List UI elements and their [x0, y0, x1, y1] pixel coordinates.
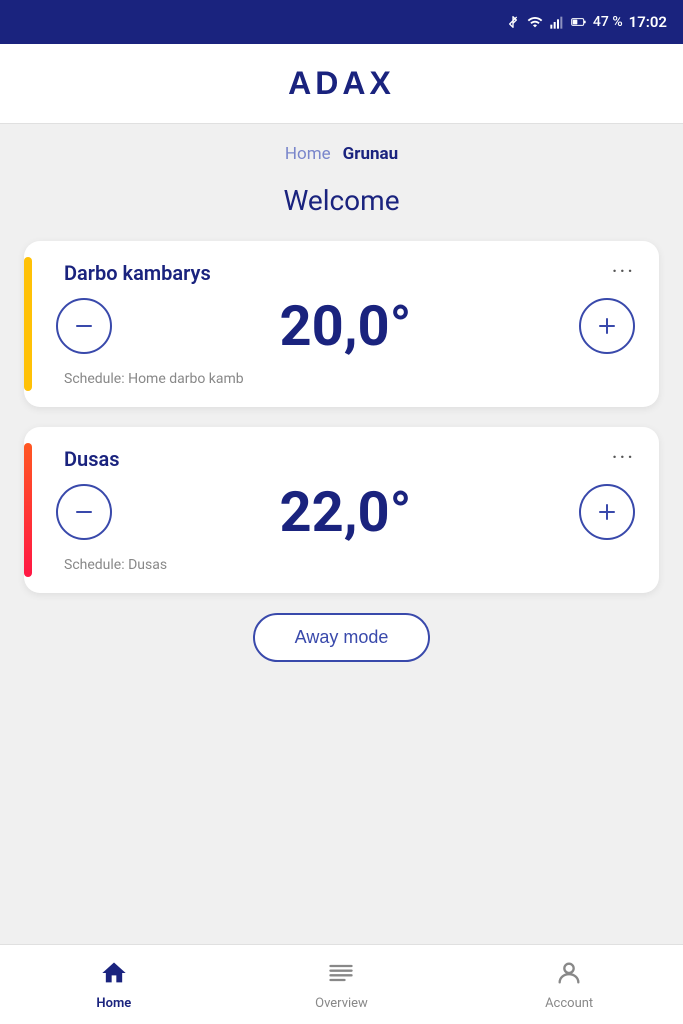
- overview-icon: [327, 959, 355, 992]
- device-card-dusas: Dusas ··· 22,0° Schedule: Dusas: [24, 427, 659, 593]
- device-card-darbo: Darbo kambarys ··· 20,0° Schedule: Home …: [24, 241, 659, 407]
- schedule-darbo: Schedule: Home darbo kamb: [48, 371, 635, 387]
- minus-icon-darbo: [72, 314, 96, 338]
- away-mode-button[interactable]: Away mode: [253, 613, 431, 662]
- app-header: ADAX: [0, 44, 683, 124]
- breadcrumb-home[interactable]: Home: [285, 144, 331, 164]
- device-controls-darbo: 20,0°: [48, 293, 635, 359]
- wifi-icon: [527, 14, 543, 30]
- home-svg: [100, 959, 128, 987]
- signal-icon: [549, 14, 565, 30]
- device-menu-dusas[interactable]: ···: [612, 448, 635, 470]
- nav-item-account[interactable]: Account: [529, 959, 609, 1011]
- nav-item-overview[interactable]: Overview: [301, 959, 381, 1011]
- temperature-dusas: 22,0°: [280, 479, 412, 545]
- schedule-dusas: Schedule: Dusas: [48, 557, 635, 573]
- breadcrumb: Home Grunau: [24, 144, 659, 164]
- home-icon: [100, 959, 128, 992]
- account-icon: [555, 959, 583, 992]
- nav-label-account: Account: [545, 996, 593, 1011]
- plus-icon-darbo: [595, 314, 619, 338]
- nav-label-overview: Overview: [315, 996, 368, 1011]
- main-content: Home Grunau Welcome Darbo kambarys ··· 2…: [0, 124, 683, 944]
- increase-temp-darbo[interactable]: [579, 298, 635, 354]
- overview-svg: [327, 959, 355, 987]
- device-header-dusas: Dusas ···: [48, 447, 635, 471]
- card-indicator-dusas: [24, 443, 32, 577]
- device-header-darbo: Darbo kambarys ···: [48, 261, 635, 285]
- battery-percentage: 47 %: [593, 14, 623, 30]
- account-svg: [555, 959, 583, 987]
- status-icons: 47 % 17:02: [505, 13, 667, 31]
- decrease-temp-darbo[interactable]: [56, 298, 112, 354]
- minus-icon-dusas: [72, 500, 96, 524]
- away-mode-container: Away mode: [24, 613, 659, 662]
- app-logo: ADAX: [288, 65, 395, 102]
- temperature-darbo: 20,0°: [280, 293, 412, 359]
- card-indicator-darbo: [24, 257, 32, 391]
- nav-item-home[interactable]: Home: [74, 959, 154, 1011]
- welcome-title: Welcome: [24, 184, 659, 217]
- bottom-nav: Home Overview Account: [0, 944, 683, 1024]
- device-name-dusas: Dusas: [64, 447, 120, 471]
- plus-icon-dusas: [595, 500, 619, 524]
- battery-icon: [571, 14, 587, 30]
- device-controls-dusas: 22,0°: [48, 479, 635, 545]
- device-menu-darbo[interactable]: ···: [612, 262, 635, 284]
- breadcrumb-grunau[interactable]: Grunau: [343, 144, 398, 164]
- status-bar: 47 % 17:02: [0, 0, 683, 44]
- increase-temp-dusas[interactable]: [579, 484, 635, 540]
- decrease-temp-dusas[interactable]: [56, 484, 112, 540]
- bluetooth-icon: [505, 14, 521, 30]
- time-display: 17:02: [629, 13, 667, 31]
- nav-label-home: Home: [96, 996, 131, 1011]
- device-name-darbo: Darbo kambarys: [64, 261, 211, 285]
